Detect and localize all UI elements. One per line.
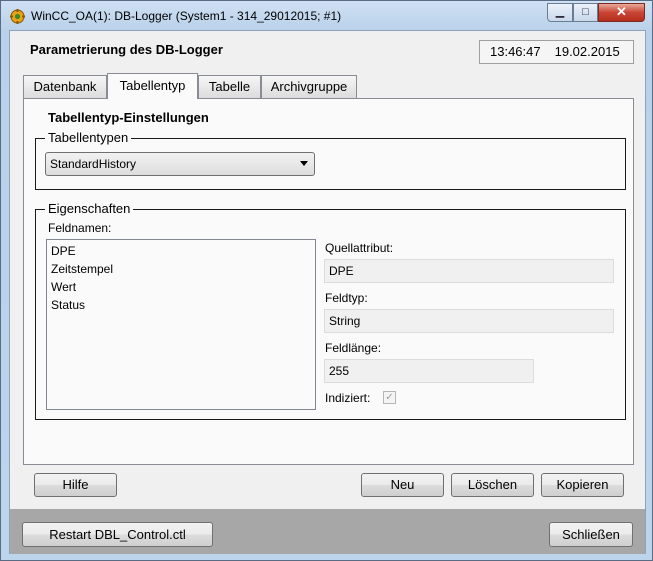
date-value: 19.02.2015: [554, 44, 620, 59]
minimize-icon: ▁: [555, 6, 565, 18]
time-value: 13:46:47: [490, 44, 541, 59]
list-item[interactable]: Status: [51, 298, 85, 312]
tabellentyp-dropdown[interactable]: StandardHistory: [45, 152, 315, 176]
maximize-icon: □: [582, 6, 589, 18]
bottom-bar: Restart DBL_Control.ctl Schließen: [10, 509, 645, 554]
app-window: WinCC_OA(1): DB-Logger (System1 - 314_29…: [0, 0, 653, 561]
delete-button[interactable]: Löschen: [451, 473, 534, 497]
feldnamen-label: Feldnamen:: [48, 221, 112, 235]
dropdown-arrow-icon: [300, 161, 308, 166]
help-button[interactable]: Hilfe: [34, 473, 117, 497]
dialog-client-area: Parametrierung des DB-Logger 13:46:47 19.…: [9, 30, 646, 554]
feldtyp-field[interactable]: String: [324, 309, 614, 333]
tab-panel-tabellentyp: Tabellentyp-Einstellungen Tabellentypen …: [23, 98, 634, 465]
maximize-button[interactable]: □: [573, 3, 598, 22]
new-button[interactable]: Neu: [361, 473, 444, 497]
indiziert-label: Indiziert:: [325, 391, 371, 405]
datetime-display: 13:46:47 19.02.2015: [479, 40, 634, 64]
copy-button[interactable]: Kopieren: [541, 473, 624, 497]
feldtyp-label: Feldtyp:: [325, 291, 368, 305]
close-button[interactable]: ✕: [598, 3, 645, 22]
page-title: Parametrierung des DB-Logger: [30, 42, 223, 57]
close-icon: ✕: [616, 4, 627, 19]
minimize-button[interactable]: ▁: [547, 3, 573, 22]
indiziert-checkbox[interactable]: ✓: [383, 391, 396, 404]
groupbox-tabellentypen-legend: Tabellentypen: [45, 131, 132, 145]
tab-tabellentyp[interactable]: Tabellentyp: [107, 73, 198, 99]
title-bar[interactable]: WinCC_OA(1): DB-Logger (System1 - 314_29…: [2, 2, 653, 30]
wincc-app-icon: [10, 9, 25, 24]
feldlaenge-label: Feldlänge:: [325, 341, 382, 355]
tab-archivgruppe[interactable]: Archivgruppe: [261, 75, 357, 98]
tab-tabelle[interactable]: Tabelle: [198, 75, 261, 98]
quellattribut-field[interactable]: DPE: [324, 259, 614, 283]
tab-datenbank[interactable]: Datenbank: [23, 75, 107, 98]
list-item[interactable]: Wert: [51, 280, 76, 294]
close-dialog-button[interactable]: Schließen: [549, 522, 633, 547]
feldnamen-list[interactable]: DPE Zeitstempel Wert Status: [46, 239, 316, 410]
restart-button[interactable]: Restart DBL_Control.ctl: [22, 522, 213, 547]
section-heading: Tabellentyp-Einstellungen: [48, 110, 209, 125]
window-title: WinCC_OA(1): DB-Logger (System1 - 314_29…: [31, 9, 342, 23]
feldlaenge-field[interactable]: 255: [324, 359, 534, 383]
list-item[interactable]: DPE: [51, 244, 76, 258]
list-item[interactable]: Zeitstempel: [51, 262, 113, 276]
tabellentyp-dropdown-value: StandardHistory: [50, 157, 137, 171]
quellattribut-label: Quellattribut:: [325, 241, 394, 255]
groupbox-eigenschaften-legend: Eigenschaften: [45, 202, 134, 216]
checkmark-icon: ✓: [385, 392, 394, 403]
